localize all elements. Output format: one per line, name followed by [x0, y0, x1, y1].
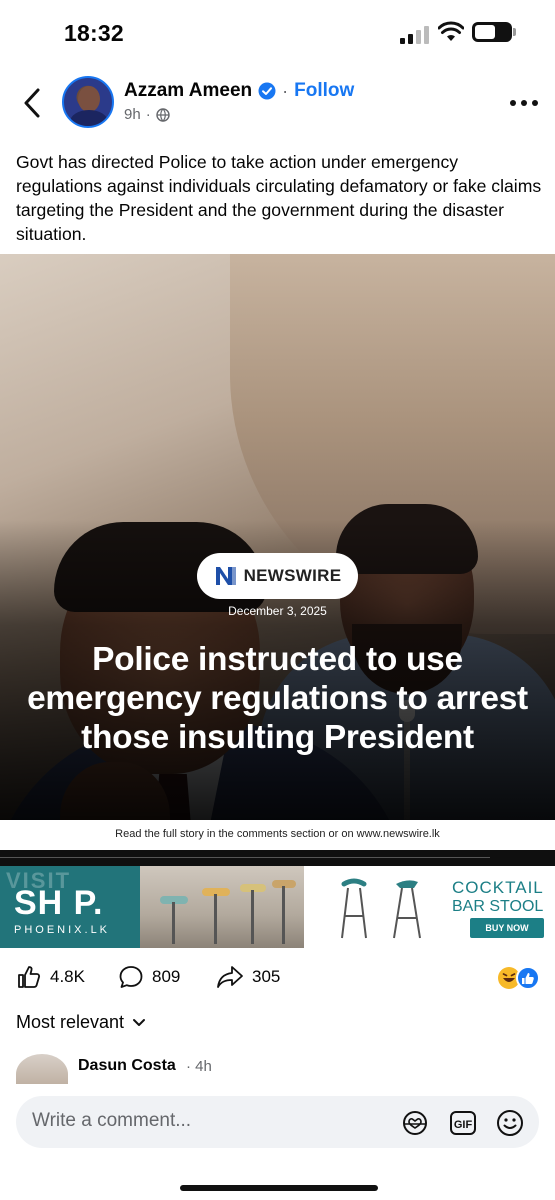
emoji-icon[interactable]: [495, 1108, 525, 1138]
post-meta: 9h ·: [124, 106, 170, 123]
post-text: Govt has directed Police to take action …: [16, 152, 542, 244]
comment-button[interactable]: 809: [118, 964, 180, 990]
reaction-summary[interactable]: [497, 966, 541, 990]
status-bar: 18:32 56: [0, 0, 555, 64]
article-date: December 3, 2025: [228, 604, 327, 618]
like-icon: [18, 966, 41, 988]
more-options-icon[interactable]: [510, 98, 538, 108]
ad-banner[interactable]: VISIT SH P. PHOENIX.LK COCKTAIL BAR STOO…: [0, 866, 555, 948]
bar-stool-icon: [341, 878, 421, 939]
ad-buy-now-button[interactable]: BUY NOW: [470, 918, 544, 938]
ad-shop-text: SH P.: [14, 884, 104, 922]
cellular-signal-icon: [400, 24, 430, 44]
verified-icon: [258, 82, 276, 100]
gif-icon[interactable]: GIF: [448, 1108, 478, 1138]
comment-placeholder: Write a comment...: [32, 1110, 192, 1131]
comment-icon: [119, 966, 143, 988]
comment-count: 809: [152, 967, 181, 986]
follow-button[interactable]: Follow: [294, 80, 354, 102]
newswire-badge: NEWSWIRE: [197, 553, 358, 599]
newswire-brand: NEWSWIRE: [243, 566, 342, 585]
like-button[interactable]: 4.8K: [16, 964, 85, 990]
chevron-down-icon: [133, 1018, 146, 1026]
author-avatar[interactable]: [62, 76, 114, 128]
comment-sort-dropdown[interactable]: Most relevant: [16, 1012, 146, 1033]
reaction-like-icon: [516, 966, 540, 990]
article-headline: Police instructed to use emergency regul…: [27, 641, 528, 756]
ad-phoenix-text: PHOENIX.LK: [14, 924, 111, 936]
home-indicator: [180, 1185, 378, 1191]
like-count: 4.8K: [50, 967, 85, 986]
svg-text:GIF: GIF: [454, 1119, 473, 1131]
avatar-sticker-icon[interactable]: [400, 1108, 430, 1138]
wifi-icon: [438, 21, 464, 41]
ad-shop-panel: VISIT SH P. PHOENIX.LK: [0, 866, 140, 948]
back-icon[interactable]: [18, 86, 46, 120]
ad-cocktail-text: COCKTAIL: [452, 878, 544, 897]
author-name[interactable]: Azzam Ameen: [124, 80, 252, 102]
battery-level: 56: [478, 24, 494, 40]
battery-tip: [513, 28, 516, 36]
image-caption: Read the full story in the comments sect…: [0, 820, 555, 850]
ad-barstool-text: BAR STOOL: [452, 898, 544, 915]
share-button[interactable]: 305: [216, 964, 280, 990]
share-count: 305: [252, 967, 281, 986]
battery-icon: 56: [472, 22, 512, 42]
meta-dot: ·: [145, 106, 151, 123]
engagement-bar: 4.8K 809 305: [0, 960, 555, 994]
newswire-logo-icon: [215, 567, 236, 585]
sort-label: Most relevant: [16, 1012, 125, 1032]
comment-time: · 4h: [186, 1058, 212, 1075]
separator-dot: ·: [282, 80, 289, 101]
ad-stools-photo: [140, 866, 304, 948]
status-time: 18:32: [64, 20, 124, 46]
post-time[interactable]: 9h: [124, 106, 141, 123]
image-bottom-strip: [0, 850, 555, 866]
commenter-name[interactable]: Dasun Costa: [78, 1057, 176, 1075]
globe-icon: [155, 107, 170, 122]
share-icon: [217, 966, 243, 988]
author-row: Azzam Ameen · Follow: [124, 80, 354, 102]
